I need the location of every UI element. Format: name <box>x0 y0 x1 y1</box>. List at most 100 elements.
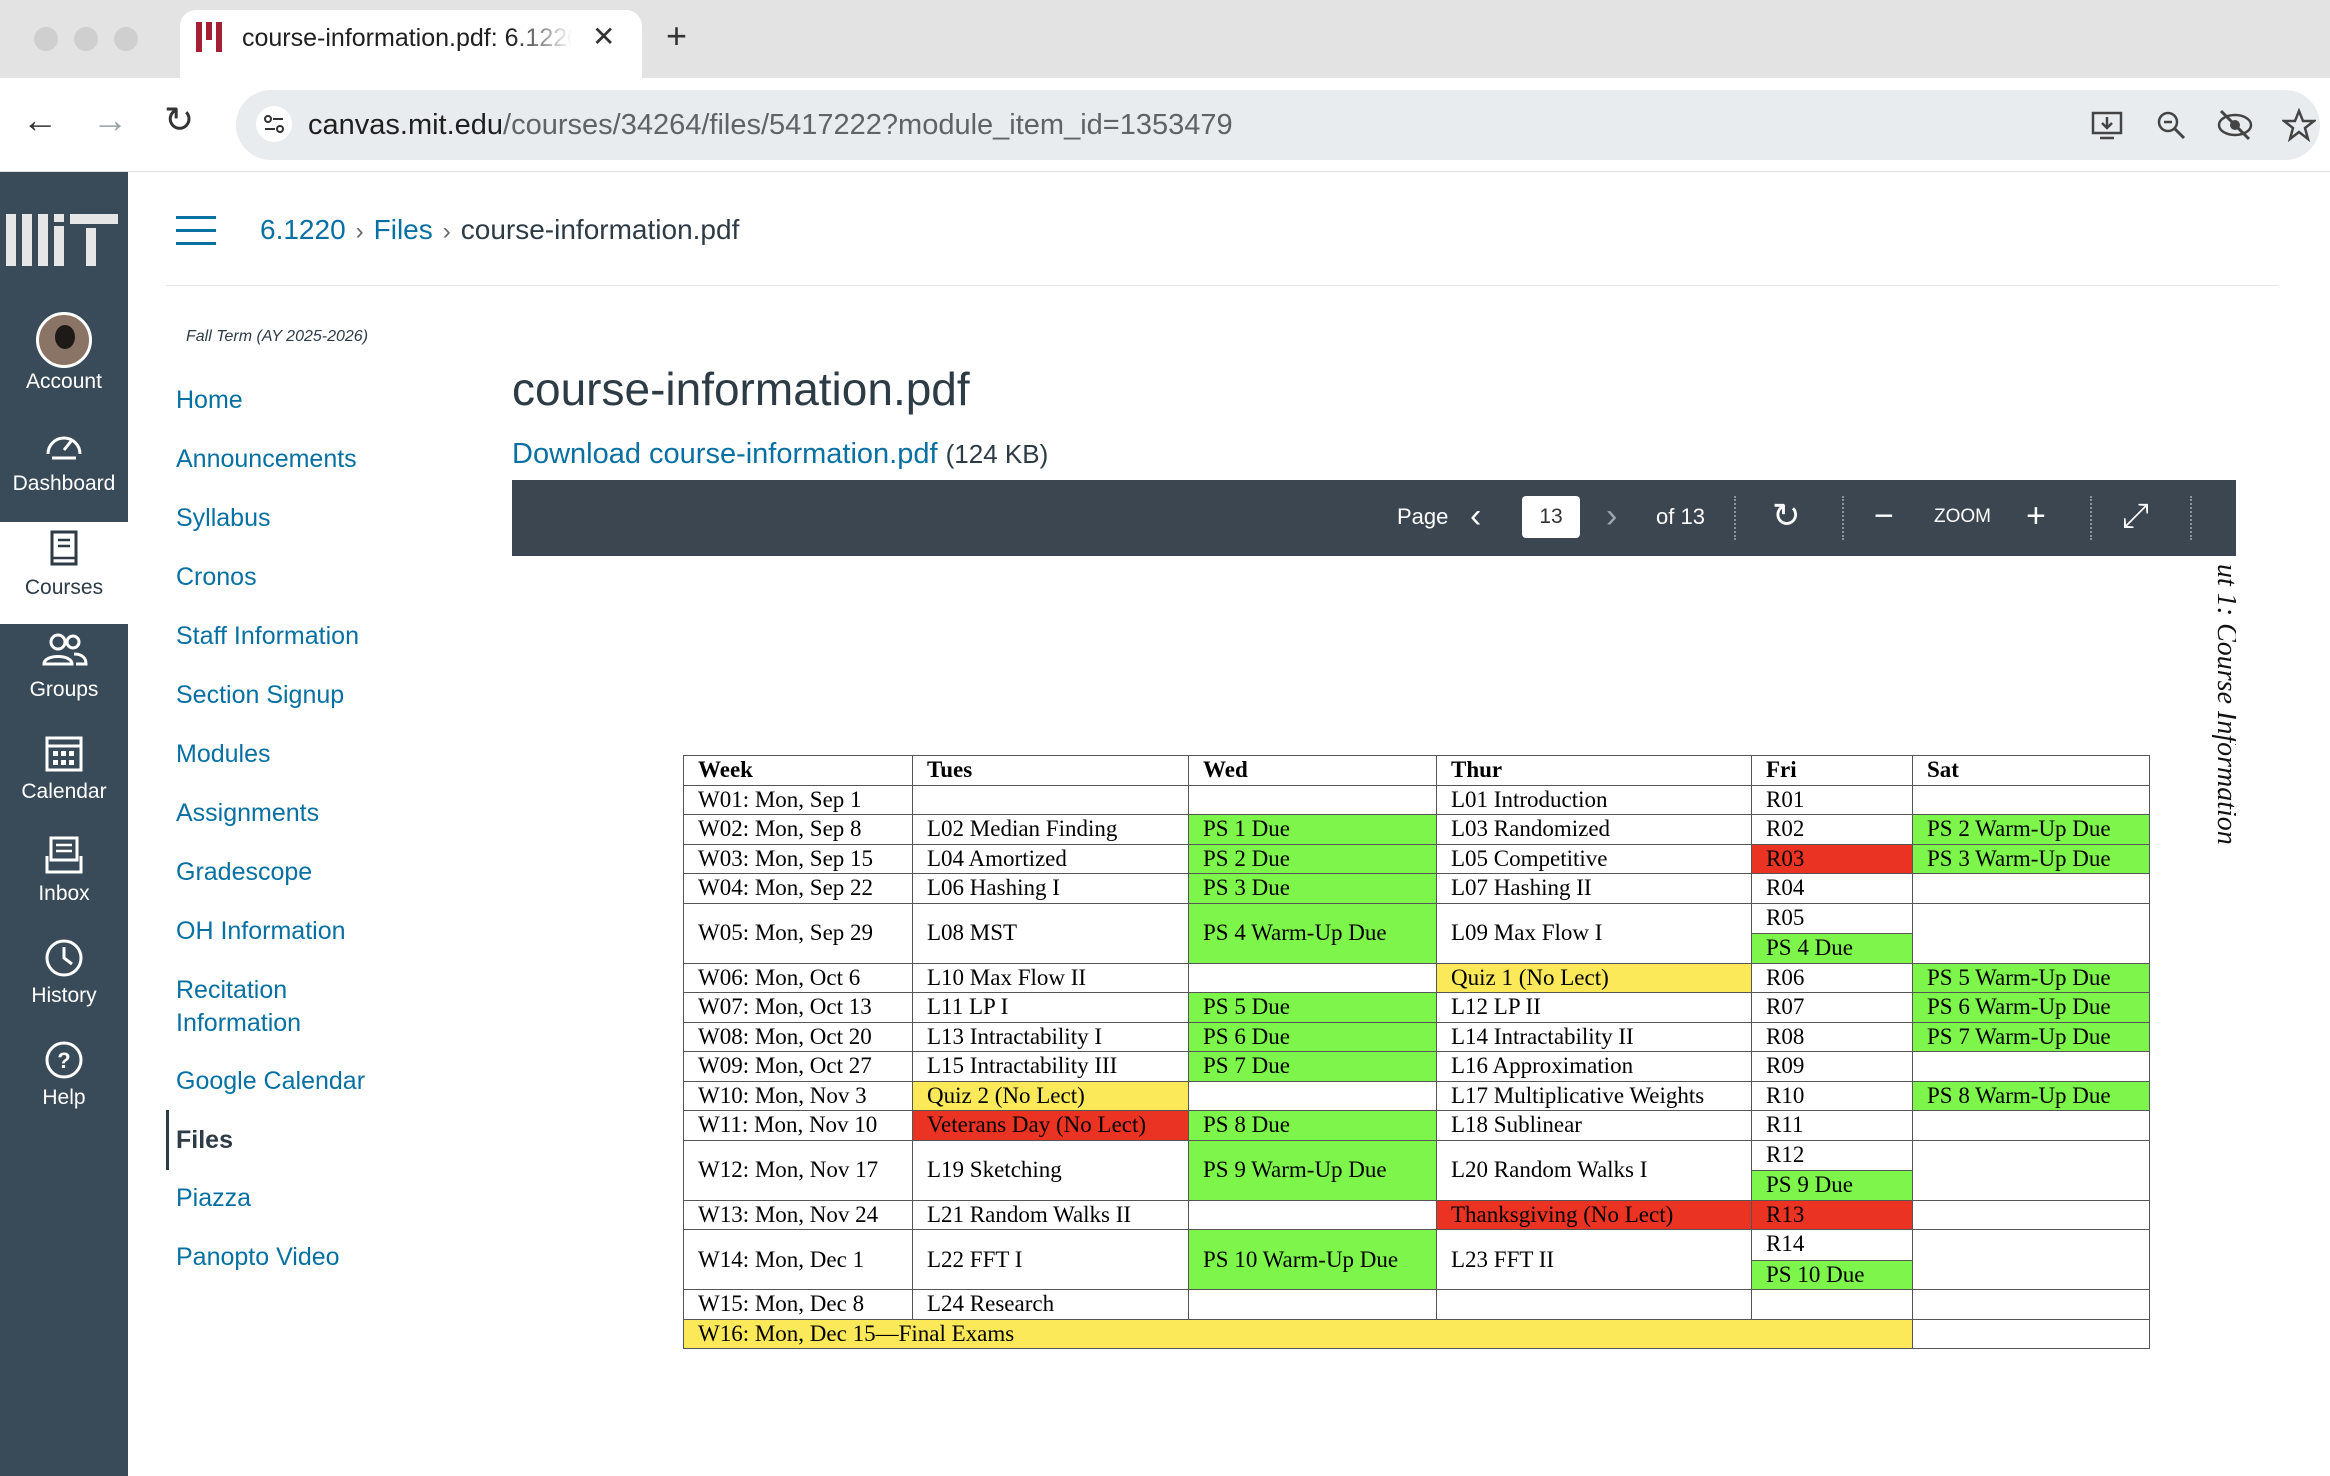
site-info-icon[interactable] <box>256 106 292 142</box>
rotate-button[interactable]: ↻ <box>1772 496 1801 536</box>
course-nav-oh-information[interactable]: OH Information <box>176 915 386 948</box>
toolbar-divider <box>1734 496 1736 540</box>
back-button[interactable]: ← <box>22 100 58 140</box>
table-row: W15: Mon, Dec 8 L24 Research <box>683 1289 2150 1320</box>
download-link[interactable]: Download course-information.pdf <box>512 438 938 470</box>
global-nav-label: Courses <box>24 576 104 599</box>
course-nav-cronos[interactable]: Cronos <box>176 561 386 594</box>
table-cell: L09 Max Flow I <box>1436 902 1752 964</box>
tracking-protection-icon[interactable] <box>2216 108 2254 150</box>
table-cell: W05: Mon, Sep 29 <box>683 902 913 964</box>
address-bar[interactable]: canvas.mit.edu/courses/34264/files/54172… <box>236 90 2320 160</box>
table-cell: W04: Mon, Sep 22 <box>683 873 913 904</box>
help-icon: ? <box>0 1038 128 1084</box>
table-cell: PS 3 Due <box>1188 873 1437 904</box>
global-nav-account[interactable]: Account <box>0 312 128 414</box>
global-nav-help[interactable]: ? Help <box>0 1032 128 1134</box>
new-tab-button[interactable]: + <box>666 16 687 56</box>
inbox-icon <box>0 834 128 880</box>
install-app-icon[interactable] <box>2090 108 2124 150</box>
breadcrumb-files-link[interactable]: Files <box>374 214 433 245</box>
browser-toolbar: ← → ↻ canvas.mit.edu/courses/34264/files… <box>0 78 2330 172</box>
table-cell: L19 Sketching <box>912 1139 1189 1201</box>
course-nav-panopto-video[interactable]: Panopto Video <box>176 1241 386 1274</box>
global-nav-calendar[interactable]: Calendar <box>0 726 128 828</box>
table-cell: L24 Research <box>912 1289 1189 1320</box>
browser-tab[interactable]: course-information.pdf: 6.1220 ✕ <box>180 10 642 78</box>
window-zoom-button[interactable] <box>114 27 138 51</box>
table-cell <box>1912 873 2150 904</box>
course-nav-syllabus[interactable]: Syllabus <box>176 502 386 535</box>
table-cell-split: R14 PS 10 Due <box>1751 1229 1913 1290</box>
mit-favicon-icon <box>196 22 222 52</box>
groups-icon <box>0 630 128 676</box>
table-cell: L03 Randomized <box>1436 814 1752 845</box>
table-cell: PS 10 Warm-Up Due <box>1188 1229 1437 1290</box>
global-nav-history[interactable]: History <box>0 930 128 1032</box>
breadcrumb-course-link[interactable]: 6.1220 <box>260 214 346 245</box>
schedule-table: Week Tues Wed Thur Fri Sat W01: Mon, Sep… <box>683 755 2150 1349</box>
bookmark-star-icon[interactable] <box>2280 107 2318 150</box>
table-cell <box>1912 1139 2150 1201</box>
global-navigation: Account Dashboard Courses Groups Calenda… <box>0 172 128 1476</box>
header-divider <box>166 285 2278 286</box>
url-path: /courses/34264/files/5417222?module_item… <box>503 109 1233 141</box>
course-nav-files[interactable]: Files <box>176 1124 386 1157</box>
url-text[interactable]: canvas.mit.edu/courses/34264/files/54172… <box>308 109 1233 142</box>
prev-page-button[interactable]: ‹ <box>1470 496 1481 536</box>
table-row: W05: Mon, Sep 29 L08 MST PS 4 Warm-Up Du… <box>683 902 2150 964</box>
zoom-out-button[interactable]: − <box>1874 496 1894 536</box>
next-page-button[interactable]: › <box>1606 496 1617 536</box>
table-header-row: Week Tues Wed Thur Fri Sat <box>683 755 2150 786</box>
table-cell <box>1436 1289 1752 1320</box>
fullscreen-button[interactable]: ⤢ <box>2122 496 2149 536</box>
global-nav-inbox[interactable]: Inbox <box>0 828 128 930</box>
global-nav-courses[interactable]: Courses <box>0 522 128 624</box>
page-number-input[interactable]: 13 <box>1522 496 1580 538</box>
course-nav-google-calendar[interactable]: Google Calendar <box>176 1065 386 1098</box>
course-nav-gradescope[interactable]: Gradescope <box>176 856 386 889</box>
course-nav-assignments[interactable]: Assignments <box>176 797 386 830</box>
page-title: course-information.pdf <box>512 363 970 415</box>
course-nav-recitation-information[interactable]: Recitation Information <box>176 974 386 1040</box>
table-cell: R12 <box>1766 1141 1805 1167</box>
course-nav-home[interactable]: Home <box>176 384 386 417</box>
file-size: (124 KB) <box>945 439 1049 469</box>
course-nav-section-signup[interactable]: Section Signup <box>176 679 386 712</box>
page-label: Page <box>1397 504 1449 529</box>
table-cell: L18 Sublinear <box>1436 1110 1752 1141</box>
mit-logo[interactable] <box>0 210 128 270</box>
table-cell: R01 <box>1751 784 1913 815</box>
forward-button[interactable]: → <box>92 100 128 140</box>
table-cell: R04 <box>1751 873 1913 904</box>
table-cell <box>1912 902 2150 964</box>
table-cell: L20 Random Walks I <box>1436 1139 1752 1201</box>
table-cell <box>1912 1318 2150 1349</box>
global-nav-groups[interactable]: Groups <box>0 624 128 726</box>
course-nav-announcements[interactable]: Announcements <box>176 443 386 476</box>
global-nav-label: Dashboard <box>12 472 116 495</box>
course-nav-staff-information[interactable]: Staff Information <box>176 620 386 653</box>
table-cell: R05 <box>1766 904 1805 930</box>
table-cell: Quiz 2 (No Lect) <box>912 1080 1189 1111</box>
window-minimize-button[interactable] <box>74 27 98 51</box>
calendar-icon <box>0 732 128 778</box>
course-nav-piazza[interactable]: Piazza <box>176 1182 386 1215</box>
table-cell: R14 <box>1766 1231 1805 1256</box>
zoom-icon[interactable] <box>2154 108 2188 150</box>
table-cell: R06 <box>1751 962 1913 993</box>
tab-close-icon[interactable]: ✕ <box>592 20 615 53</box>
course-nav-modules[interactable]: Modules <box>176 738 386 771</box>
table-cell: L22 FFT I <box>912 1229 1189 1290</box>
breadcrumb: 6.1220 › Files › course-information.pdf <box>260 214 739 246</box>
table-cell: L17 Multiplicative Weights <box>1436 1080 1752 1111</box>
reload-button[interactable]: ↻ <box>164 100 194 140</box>
table-row: W08: Mon, Oct 20 L13 Intractability I PS… <box>683 1021 2150 1052</box>
window-close-button[interactable] <box>34 27 58 51</box>
table-cell <box>912 784 1189 815</box>
course-menu-toggle-button[interactable] <box>176 216 216 246</box>
zoom-in-button[interactable]: + <box>2026 496 2046 536</box>
table-cell: PS 2 Warm-Up Due <box>1912 814 2150 845</box>
table-row: W16: Mon, Dec 15—Final Exams <box>683 1318 2150 1349</box>
global-nav-dashboard[interactable]: Dashboard <box>0 418 128 520</box>
